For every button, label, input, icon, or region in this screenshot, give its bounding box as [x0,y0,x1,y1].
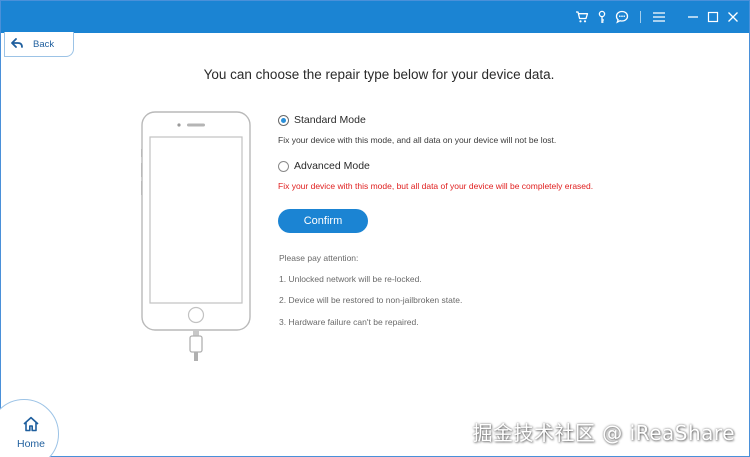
close-icon[interactable] [723,7,743,27]
chat-icon[interactable] [612,7,632,27]
page-heading: You can choose the repair type below for… [203,67,555,82]
back-button[interactable]: Back [4,32,74,57]
app-window: Back You can choose the repair type belo… [0,0,750,457]
attention-title: Please pay attention: [279,253,359,263]
cart-icon[interactable] [572,7,592,27]
maximize-icon[interactable] [703,7,723,27]
attention-note: 2. Device will be restored to non-jailbr… [279,295,463,305]
menu-icon[interactable] [649,7,669,27]
attention-note: 3. Hardware failure can't be repaired. [279,317,419,327]
standard-mode-description: Fix your device with this mode, and all … [278,135,557,145]
minimize-icon[interactable] [683,7,703,27]
key-icon[interactable] [592,7,612,27]
watermark: 掘金技术社区 @ iReaShare [472,421,735,445]
back-label: Back [33,38,55,50]
standard-mode-label: Standard Mode [294,114,366,126]
repair-mode-options: Standard Mode Fix your device with this … [278,113,718,191]
advanced-mode-radio[interactable] [278,160,289,172]
attention-note: 1. Unlocked network will be re-locked. [279,274,422,284]
title-bar [1,1,749,33]
title-bar-controls [572,1,743,33]
back-arrow-icon [11,35,23,53]
confirm-button[interactable]: Confirm [278,209,368,233]
standard-mode-radio[interactable] [278,114,289,126]
standard-mode-option[interactable]: Standard Mode [278,113,718,127]
title-bar-divider [640,11,641,23]
home-icon [22,416,40,436]
advanced-mode-description: Fix your device with this mode, but all … [278,181,594,191]
home-label: Home [16,438,45,450]
advanced-mode-option[interactable]: Advanced Mode [278,159,718,173]
home-button[interactable]: Home [0,399,59,457]
phone-illustration [140,111,253,371]
advanced-mode-label: Advanced Mode [294,160,370,172]
